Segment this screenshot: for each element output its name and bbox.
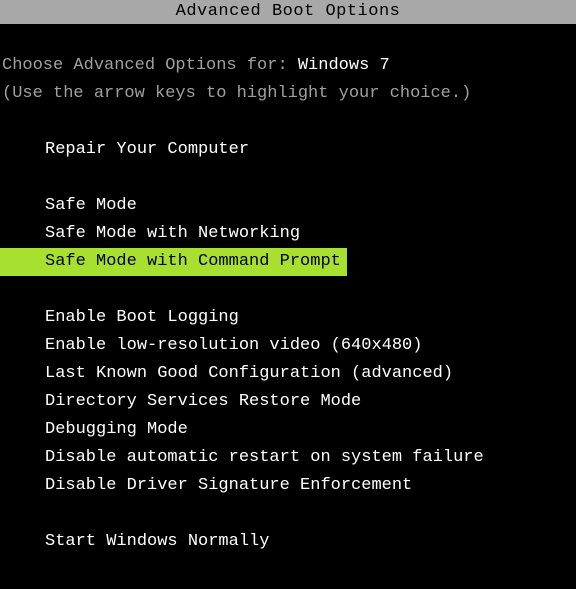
menu-spacer bbox=[0, 500, 576, 528]
title-text: Advanced Boot Options bbox=[176, 2, 401, 21]
menu-item-disable-auto-restart[interactable]: Disable automatic restart on system fail… bbox=[0, 444, 576, 472]
os-name: Windows 7 bbox=[298, 56, 390, 75]
menu-item-directory-services[interactable]: Directory Services Restore Mode bbox=[0, 388, 576, 416]
menu-item-low-res[interactable]: Enable low-resolution video (640x480) bbox=[0, 332, 576, 360]
menu-item-disable-driver-sig[interactable]: Disable Driver Signature Enforcement bbox=[0, 472, 576, 500]
prompt-line: Choose Advanced Options for: Windows 7 bbox=[0, 52, 576, 80]
menu-item-safe-mode-networking[interactable]: Safe Mode with Networking bbox=[0, 220, 576, 248]
boot-menu-content: Choose Advanced Options for: Windows 7 (… bbox=[0, 24, 576, 557]
instruction-text: (Use the arrow keys to highlight your ch… bbox=[0, 80, 576, 108]
menu-item-last-known-good[interactable]: Last Known Good Configuration (advanced) bbox=[0, 360, 576, 388]
menu-item-boot-logging[interactable]: Enable Boot Logging bbox=[0, 304, 576, 332]
prompt-prefix: Choose Advanced Options for: bbox=[2, 56, 298, 75]
menu-spacer bbox=[0, 164, 576, 192]
menu-item-debugging[interactable]: Debugging Mode bbox=[0, 416, 576, 444]
menu-item-repair[interactable]: Repair Your Computer bbox=[0, 136, 576, 164]
title-bar: Advanced Boot Options bbox=[0, 0, 576, 24]
menu-item-safe-mode-cmd[interactable]: Safe Mode with Command Prompt bbox=[0, 248, 347, 276]
menu-item-safe-mode[interactable]: Safe Mode bbox=[0, 192, 576, 220]
menu-item-start-normally[interactable]: Start Windows Normally bbox=[0, 528, 576, 556]
selected-item-wrapper: Safe Mode with Command Prompt bbox=[0, 248, 576, 276]
boot-menu[interactable]: Repair Your Computer Safe Mode Safe Mode… bbox=[0, 136, 576, 557]
menu-spacer bbox=[0, 276, 576, 304]
